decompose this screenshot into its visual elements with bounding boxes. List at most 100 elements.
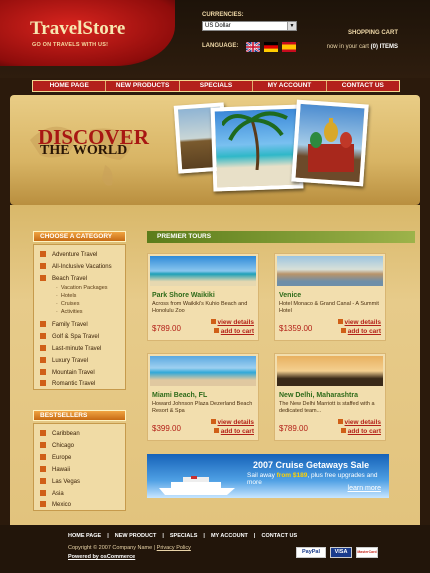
privacy-policy-link[interactable]: Privacy Policy [157,545,191,551]
tour-photo[interactable] [277,356,383,386]
view-details-link[interactable]: view details [337,419,381,426]
banner-subheadline: THE WORLD [40,143,128,158]
main-nav: HOME PAGE NEW PRODUCTS SPECIALS MY ACCOU… [32,80,400,92]
bullet-icon [40,333,46,339]
footer-link-contact-us[interactable]: CONTACT US [261,533,297,539]
category-item[interactable]: Beach Travel [40,275,87,282]
logo[interactable]: TravelStore [30,18,125,40]
category-item[interactable]: Last-minute Travel [40,345,101,352]
bullet-icon [40,380,46,386]
subcategory-item[interactable]: Hotels [56,293,77,299]
germany-flag-icon[interactable] [264,42,278,52]
bullet-icon [40,442,46,448]
nav-home[interactable]: HOME PAGE [33,81,107,91]
add-to-cart-link[interactable]: add to cart [340,328,381,335]
spain-flag-icon[interactable] [282,42,296,52]
bestseller-item[interactable]: Chicago [40,442,74,449]
bestsellers-box: Caribbean Chicago Europe Hawaii Las Vega… [33,423,126,511]
subcategory-item[interactable]: Vacation Packages [56,285,108,291]
add-to-cart-link[interactable]: add to cart [340,428,381,435]
bullet-icon [40,369,46,375]
learn-more-link[interactable]: learn more [348,485,381,492]
paypal-logo: PayPal [296,547,326,558]
tour-card: New Delhi, Maharashtra The New Delhi Mar… [274,353,386,441]
add-to-cart-link[interactable]: add to cart [213,428,254,435]
nav-specials[interactable]: SPECIALS [180,81,254,91]
category-item[interactable]: All-Inclusive Vacations [40,263,112,270]
bestseller-item[interactable]: Mexico [40,501,71,508]
tour-description: Howard Johnson Plaza Dezerland Beach Res… [152,401,253,414]
copyright: Copyright © 2007 Company Name | Privacy … [68,545,191,551]
bestseller-item[interactable]: Hawaii [40,466,70,473]
palm-tree-decoration [222,111,288,170]
footer-link-specials[interactable]: SPECIALS [170,533,198,539]
tour-title[interactable]: Venice [279,292,301,299]
uk-flag-icon[interactable] [246,42,260,52]
category-item[interactable]: Luxury Travel [40,357,88,364]
currency-select[interactable]: US Dollar ▼ [202,21,297,31]
tour-title[interactable]: Park Shore Waikiki [152,292,215,299]
footer-link-home[interactable]: HOME PAGE [68,533,101,539]
nav-my-account[interactable]: MY ACCOUNT [253,81,327,91]
tour-description: The New Delhi Marriott is staffed with a… [279,401,375,414]
categories-box: Adventure Travel All-Inclusive Vacations… [33,244,126,390]
view-details-link[interactable]: view details [337,319,381,326]
view-details-link[interactable]: view details [210,319,254,326]
bullet-icon [40,321,46,327]
add-to-cart-link[interactable]: add to cart [213,328,254,335]
tour-title[interactable]: New Delhi, Maharashtra [279,392,358,399]
cruise-ship-decoration [159,476,235,495]
shopping-cart-link[interactable]: SHOPPING CART [348,30,398,36]
category-item[interactable]: Adventure Travel [40,251,97,258]
category-item[interactable]: Mountain Travel [40,369,95,376]
language-label: LANGUAGE: [202,43,239,49]
bestseller-item[interactable]: Europe [40,454,71,461]
category-item[interactable]: Family Travel [40,321,88,328]
bestseller-item[interactable]: Asia [40,490,64,497]
bullet-icon [337,319,343,324]
tour-photo[interactable] [150,356,256,386]
tour-card: Venice Hotel Monaco & Grand Canal - A Su… [274,253,386,341]
tour-price: $1359.00 [279,324,313,333]
tour-card: Miami Beach, FL Howard Johnson Plaza Dez… [147,353,259,441]
view-details-link[interactable]: view details [210,419,254,426]
subcategory-item[interactable]: Activities [56,309,83,315]
bestseller-item[interactable]: Las Vegas [40,478,80,485]
category-item[interactable]: Romantic Travel [40,380,95,387]
footer-link-my-account[interactable]: MY ACCOUNT [211,533,248,539]
visa-logo: VISA [330,547,352,558]
bullet-icon [40,454,46,460]
tour-photo[interactable] [150,256,256,286]
bullet-icon [40,357,46,363]
category-item[interactable]: Golf & Spa Travel [40,333,99,340]
logo-tagline: GO ON TRAVELS WITH US! [32,42,109,48]
subcategory-item[interactable]: Cruises [56,301,80,307]
powered-by-link[interactable]: Powered by osCommerce [68,554,135,560]
tour-card: Park Shore Waikiki Across from Waikiki's… [147,253,259,341]
bestsellers-header: BESTSELLERS [33,410,126,421]
bullet-icon [340,428,346,433]
nav-contact-us[interactable]: CONTACT US [327,81,399,91]
currency-value: US Dollar [205,23,231,29]
tour-title[interactable]: Miami Beach, FL [152,392,207,399]
tour-price: $789.00 [279,424,308,433]
tour-description: Hotel Monaco & Grand Canal - A Summit Ho… [279,301,379,314]
currencies-label: CURRENCIES: [202,12,244,18]
tour-price: $789.00 [152,324,181,333]
bullet-icon [40,275,46,281]
tour-description: Across from Waikiki's Kuhio Beach and Ho… [152,301,248,314]
nav-new-products[interactable]: NEW PRODUCTS [106,81,180,91]
chevron-down-icon[interactable]: ▼ [287,22,296,30]
bestseller-item[interactable]: Caribbean [40,430,80,437]
bullet-icon [340,328,346,333]
cart-status-text: now in your cart [326,44,369,50]
tour-price: $399.00 [152,424,181,433]
tour-photo[interactable] [277,256,383,286]
bullet-icon [210,419,216,424]
cathedral-decoration [308,118,354,172]
footer-link-new-product[interactable]: NEW PRODUCT [115,533,157,539]
footer-nav: HOME PAGE | NEW PRODUCT | SPECIALS | MY ACC… [68,533,298,539]
bullet-icon [40,466,46,472]
cruise-promo-banner[interactable]: 2007 Cruise Getaways Sale Sail away from… [147,454,389,498]
mastercard-logo: MasterCard [356,547,378,558]
